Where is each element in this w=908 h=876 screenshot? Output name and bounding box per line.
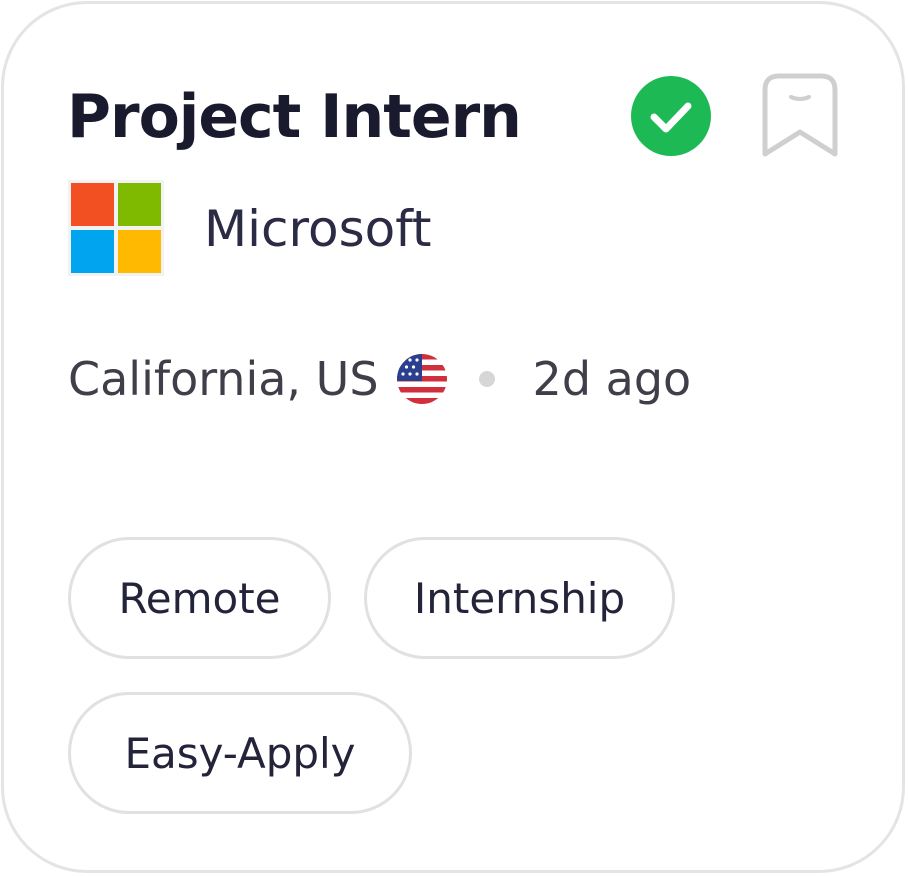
- job-meta: California, US 2d ago: [68, 342, 691, 416]
- company-name: Microsoft: [204, 200, 432, 258]
- tag-remote[interactable]: Remote: [68, 537, 331, 659]
- bookmark-icon[interactable]: [760, 72, 840, 162]
- tag-internship[interactable]: Internship: [364, 537, 675, 659]
- job-location: California, US: [68, 352, 379, 406]
- microsoft-logo-icon: [68, 180, 164, 276]
- job-title: Project Intern: [67, 82, 522, 152]
- job-card[interactable]: Project Intern Microsoft California, US: [1, 1, 905, 873]
- us-flag-icon: [396, 354, 447, 404]
- posted-time: 2d ago: [532, 352, 692, 406]
- tag-easy-apply[interactable]: Easy-Apply: [68, 692, 412, 814]
- check-circle-icon: [631, 76, 711, 156]
- separator-dot: [478, 371, 495, 387]
